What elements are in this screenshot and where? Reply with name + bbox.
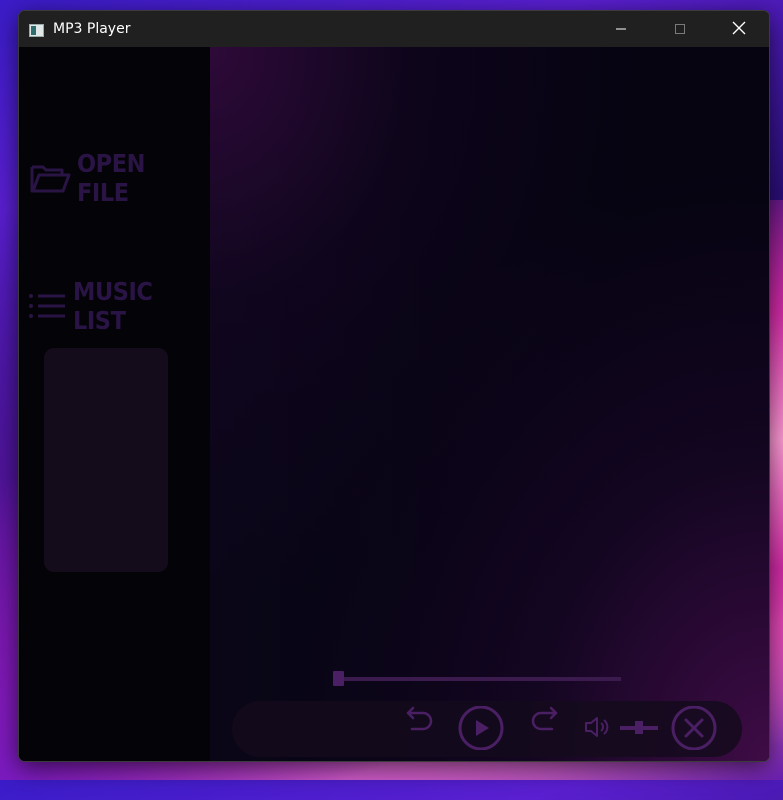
- stop-button[interactable]: [669, 706, 719, 750]
- title-bar[interactable]: MP3 Player: [19, 11, 769, 47]
- window-title: MP3 Player: [53, 21, 131, 37]
- music-list-panel[interactable]: [44, 348, 168, 572]
- visualizer-area: [210, 47, 769, 761]
- play-button[interactable]: [457, 706, 505, 750]
- rewind-button[interactable]: [403, 701, 437, 735]
- folder-open-icon: [29, 161, 71, 195]
- music-list-label: MUSIC LIST: [73, 277, 153, 335]
- close-circle-icon: [669, 706, 719, 750]
- open-file-button[interactable]: OPEN FILE: [29, 149, 210, 207]
- player-content: OPEN FILE MUSIC LIST: [19, 47, 769, 761]
- volume-button[interactable]: [583, 713, 611, 741]
- minimize-button[interactable]: [592, 11, 650, 47]
- music-list-button[interactable]: MUSIC LIST: [27, 277, 210, 335]
- minimize-icon: [615, 20, 627, 39]
- close-button[interactable]: [710, 11, 768, 47]
- redo-arrow-icon: [529, 704, 559, 732]
- play-icon: [457, 706, 505, 750]
- maximize-button[interactable]: [651, 11, 709, 47]
- list-icon: [27, 292, 67, 320]
- open-file-label: OPEN FILE: [77, 149, 146, 207]
- forward-button[interactable]: [527, 701, 561, 735]
- speaker-icon: [583, 714, 611, 740]
- progress-knob[interactable]: [333, 671, 344, 686]
- close-icon: [732, 20, 746, 39]
- sidebar: OPEN FILE MUSIC LIST: [19, 47, 210, 761]
- progress-track[interactable]: [335, 677, 621, 681]
- maximize-icon: [674, 20, 686, 39]
- undo-arrow-icon: [405, 704, 435, 732]
- volume-slider-knob[interactable]: [635, 721, 643, 734]
- app-icon: [29, 22, 44, 37]
- app-window: MP3 Player OPEN FILE MUSIC LIST: [18, 10, 770, 762]
